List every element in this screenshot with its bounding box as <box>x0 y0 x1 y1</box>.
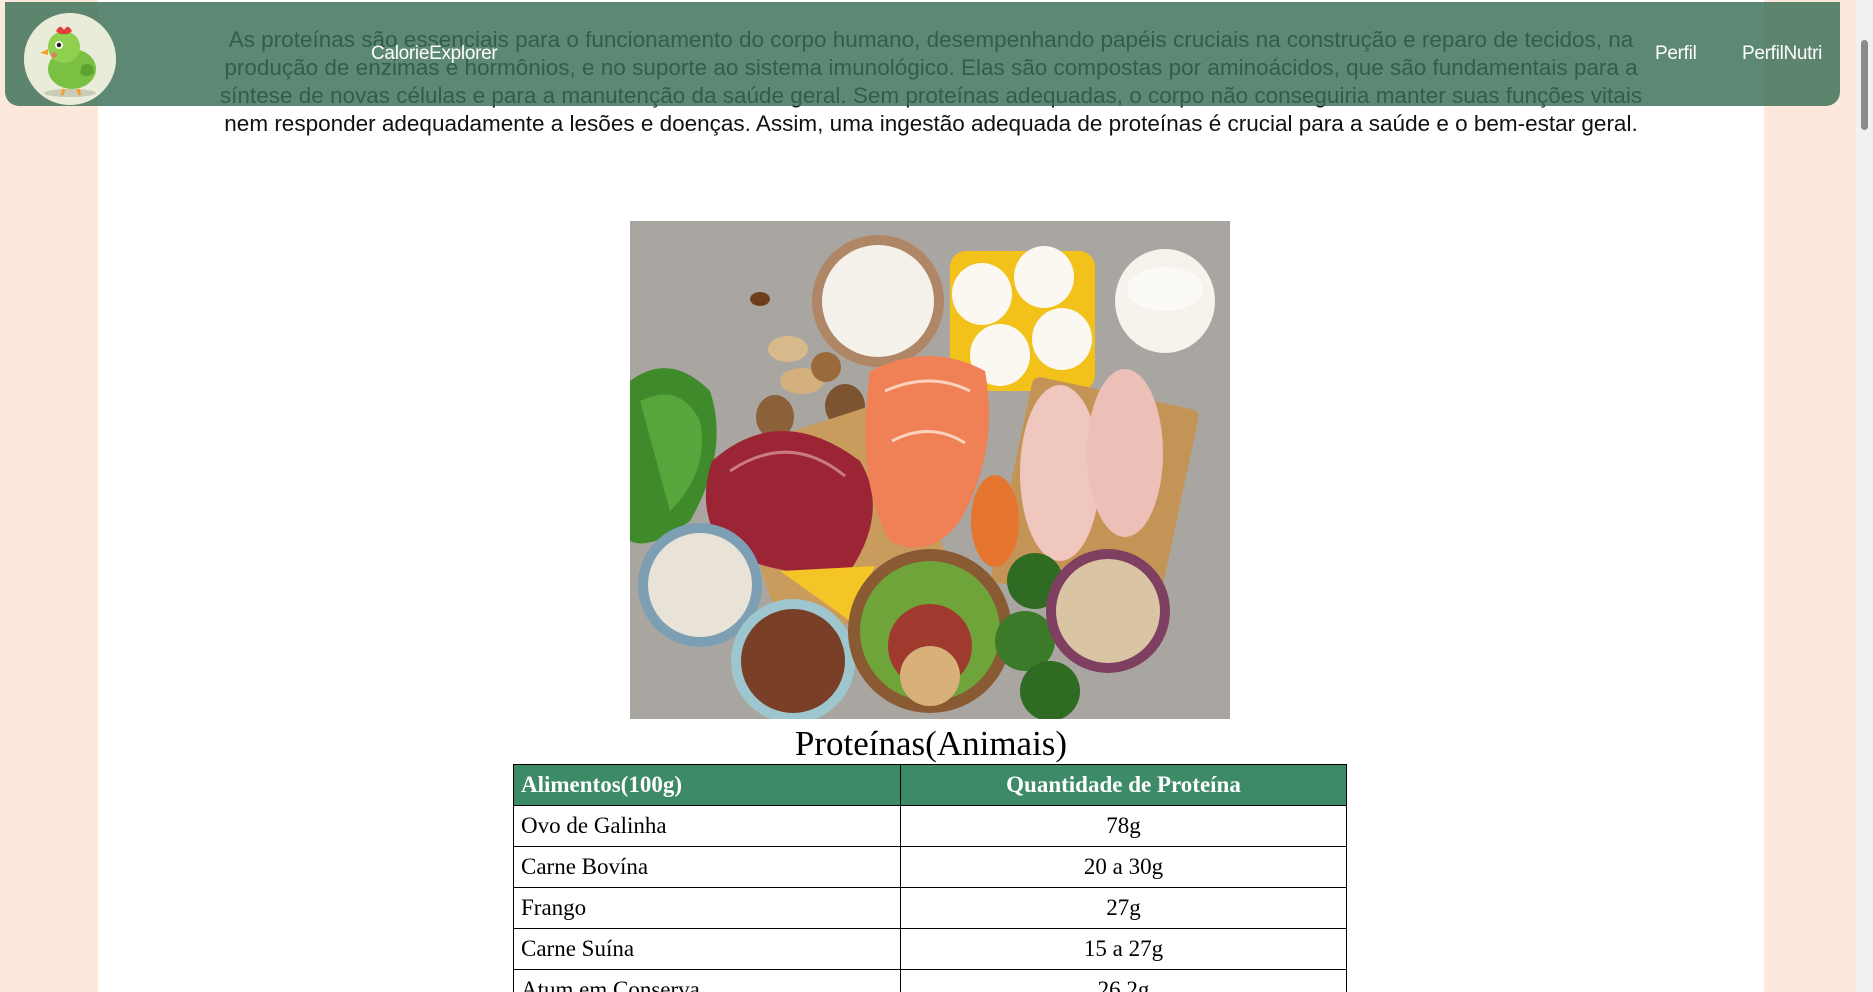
protein-table: Alimentos(100g) Quantidade de Proteína O… <box>513 764 1347 992</box>
food-cell: Ovo de Galinha <box>513 805 901 847</box>
column-header-protein: Quantidade de Proteína <box>900 764 1347 806</box>
protein-cell: 27g <box>900 887 1347 929</box>
protein-cell: 20 a 30g <box>900 846 1347 888</box>
page-scrollbar[interactable] <box>1856 0 1873 992</box>
scrollbar-thumb[interactable] <box>1861 40 1868 130</box>
section-title: Proteínas(Animais) <box>794 724 1068 763</box>
chicken-logo-icon[interactable] <box>24 13 116 105</box>
table-header-row: Alimentos(100g) Quantidade de Proteína <box>513 764 1347 806</box>
food-cell: Frango <box>513 887 901 929</box>
protein-foods-image <box>630 221 1230 719</box>
protein-cell: 26,2g <box>900 969 1347 992</box>
table-row: Atum em Conserva 26,2g <box>513 969 1347 992</box>
food-cell: Carne Suína <box>513 928 901 970</box>
column-header-food: Alimentos(100g) <box>513 764 901 806</box>
table-row: Ovo de Galinha 78g <box>513 805 1347 847</box>
protein-cell: 78g <box>900 805 1347 847</box>
food-cell: Atum em Conserva <box>513 969 901 992</box>
brand-link[interactable]: CalorieExplorer <box>371 43 498 65</box>
table-row: Frango 27g <box>513 887 1347 929</box>
food-cell: Carne Bovína <box>513 846 901 888</box>
table-row: Carne Bovína 20 a 30g <box>513 846 1347 888</box>
nav-link-perfil[interactable]: Perfil <box>1655 43 1697 65</box>
nav-link-perfilnutri[interactable]: PerfilNutri <box>1742 43 1822 65</box>
main-content: As proteínas são essenciais para o funci… <box>98 0 1764 992</box>
top-navbar: CalorieExplorer Perfil PerfilNutri <box>5 2 1840 106</box>
protein-cell: 15 a 27g <box>900 928 1347 970</box>
table-row: Carne Suína 15 a 27g <box>513 928 1347 970</box>
